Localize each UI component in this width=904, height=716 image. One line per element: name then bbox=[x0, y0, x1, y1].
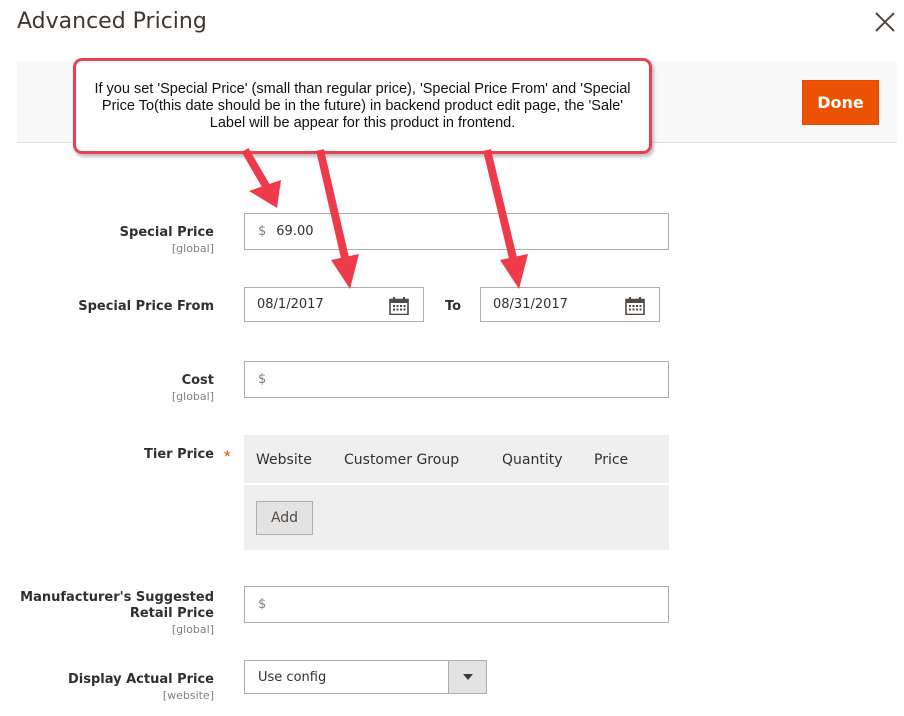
special-price-value: 69.00 bbox=[276, 224, 314, 239]
column-header-quantity: Quantity bbox=[502, 452, 563, 468]
display-actual-price-value: Use config bbox=[258, 670, 327, 685]
special-price-input[interactable]: $ 69.00 bbox=[244, 213, 669, 250]
special-price-from-value: 08/1/2017 bbox=[257, 297, 324, 312]
calendar-icon[interactable] bbox=[389, 297, 409, 315]
modal-title: Advanced Pricing bbox=[17, 9, 207, 34]
column-header-price: Price bbox=[594, 452, 629, 468]
close-icon bbox=[875, 12, 895, 32]
required-marker: * bbox=[224, 447, 231, 466]
done-button[interactable]: Done bbox=[802, 80, 879, 125]
msrp-input[interactable]: $ bbox=[244, 586, 669, 623]
currency-symbol: $ bbox=[258, 597, 267, 612]
caret-down-icon bbox=[462, 674, 473, 680]
display-actual-price-label: Display Actual Price bbox=[67, 672, 214, 687]
dropdown-toggle[interactable] bbox=[448, 661, 486, 693]
column-header-customer-group: Customer Group bbox=[344, 452, 460, 468]
add-tier-price-button[interactable]: Add bbox=[256, 501, 313, 535]
annotation-callout: If you set 'Special Price' (small than r… bbox=[73, 58, 652, 154]
currency-symbol: $ bbox=[258, 224, 267, 239]
special-price-label: Special Price bbox=[119, 225, 214, 240]
special-price-from-input[interactable]: 08/1/2017 bbox=[244, 287, 424, 322]
display-actual-price-select[interactable]: Use config bbox=[244, 660, 487, 694]
msrp-label-line2: Retail Price bbox=[129, 606, 214, 621]
tier-price-label: Tier Price bbox=[144, 447, 214, 462]
currency-symbol: $ bbox=[258, 372, 267, 387]
cost-scope: [global] bbox=[171, 390, 214, 403]
cost-label: Cost bbox=[181, 373, 214, 388]
calendar-icon[interactable] bbox=[625, 297, 645, 315]
cost-input[interactable]: $ bbox=[244, 361, 669, 398]
special-price-to-value: 08/31/2017 bbox=[493, 297, 568, 312]
display-actual-price-scope: [website] bbox=[162, 689, 214, 702]
arrow-to-special-price bbox=[241, 147, 281, 208]
special-price-to-input[interactable]: 08/31/2017 bbox=[480, 287, 660, 322]
msrp-scope: [global] bbox=[171, 623, 214, 636]
close-button[interactable] bbox=[872, 9, 898, 35]
special-price-from-label: Special Price From bbox=[78, 299, 214, 314]
tier-price-table-header: Website Customer Group Quantity Price bbox=[244, 435, 669, 485]
column-header-website: Website bbox=[256, 452, 312, 468]
special-price-to-label: To bbox=[445, 299, 462, 314]
special-price-scope: [global] bbox=[171, 242, 214, 255]
msrp-label-line1: Manufacturer's Suggested bbox=[20, 590, 214, 605]
